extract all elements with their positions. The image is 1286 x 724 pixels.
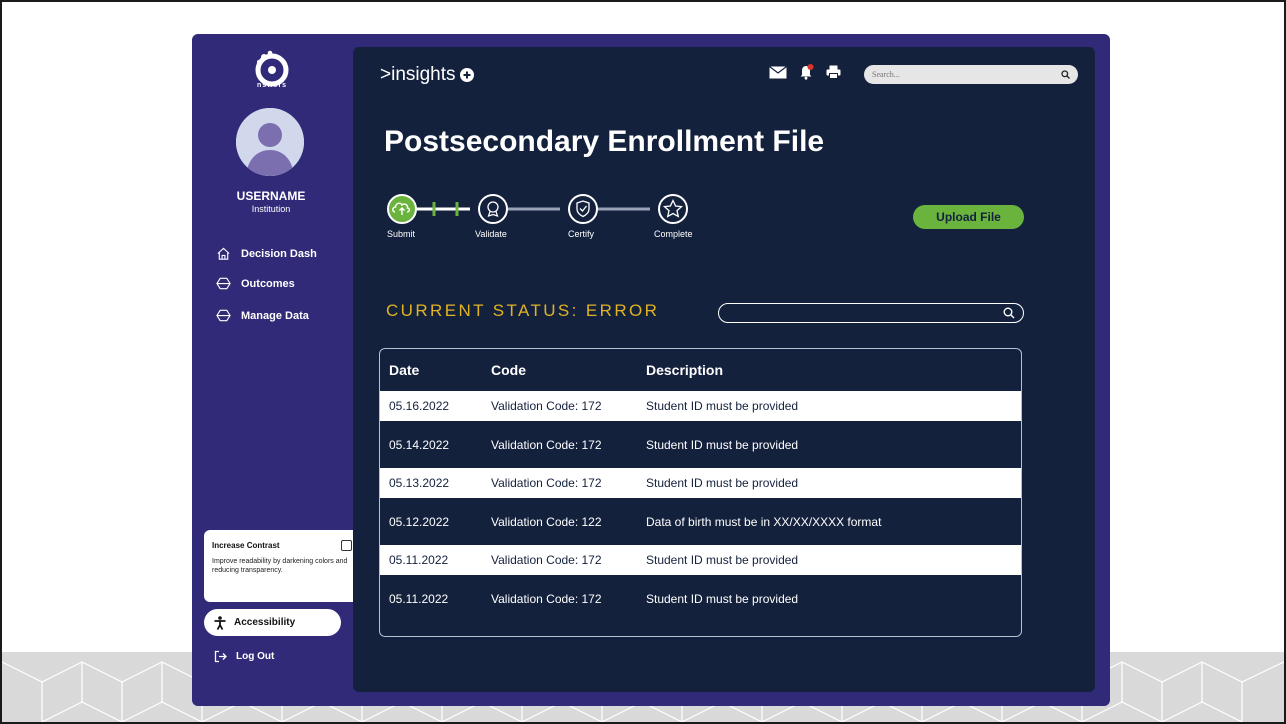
- notifications-button[interactable]: [799, 64, 814, 85]
- logout-label: Log Out: [236, 651, 275, 662]
- cell-code: Validation Code: 172: [491, 476, 602, 490]
- nav-item-manage-data[interactable]: Manage Data: [216, 308, 309, 323]
- cell-date: 05.12.2022: [389, 514, 450, 529]
- step-label-validate: Validate: [475, 229, 507, 239]
- nav-label: Manage Data: [241, 309, 309, 322]
- table-search[interactable]: [718, 303, 1024, 323]
- avatar[interactable]: [236, 108, 304, 176]
- hexagon-icon: [216, 277, 231, 290]
- step-complete-icon[interactable]: [658, 194, 688, 224]
- table-row[interactable]: 05.14.2022 Validation Code: 172 Student …: [380, 421, 1021, 468]
- hexagon-icon: [216, 309, 231, 322]
- cell-code: Validation Code: 122: [491, 514, 602, 529]
- nav-item-outcomes[interactable]: Outcomes: [216, 276, 295, 291]
- error-table: Date Code Description 05.16.2022 Validat…: [379, 348, 1022, 637]
- search-icon[interactable]: [1061, 70, 1070, 79]
- step-certify-icon[interactable]: [568, 194, 598, 224]
- header-search-input[interactable]: [872, 70, 1042, 79]
- table-row[interactable]: 05.11.2022 Validation Code: 172 Student …: [380, 545, 1021, 575]
- cell-date: 05.16.2022: [389, 399, 450, 413]
- cell-description: Student ID must be provided: [646, 553, 799, 567]
- username: USERNAME: [236, 189, 306, 203]
- contrast-description: Improve readability by darkening colors …: [212, 558, 348, 574]
- page-title: Postsecondary Enrollment File: [384, 125, 825, 158]
- print-icon: [826, 65, 841, 79]
- cell-description: Student ID must be provided: [646, 399, 799, 413]
- current-status: CURRENT STATUS: ERROR: [386, 301, 660, 320]
- cell-description: Student ID must be provided: [646, 437, 799, 452]
- table-row[interactable]: 05.13.2022 Validation Code: 172 Student …: [380, 468, 1021, 498]
- logo-text: nswers: [256, 82, 288, 89]
- upload-file-button[interactable]: Upload File: [913, 205, 1024, 229]
- mail-button[interactable]: [769, 65, 787, 84]
- mail-icon: [769, 65, 787, 78]
- column-header-code[interactable]: Code: [491, 362, 646, 378]
- column-header-date[interactable]: Date: [380, 362, 491, 378]
- nav-label: Outcomes: [241, 277, 295, 290]
- step-label-submit: Submit: [387, 229, 416, 239]
- print-button[interactable]: [826, 65, 841, 84]
- nav-label: Decision Dash: [241, 247, 317, 260]
- cell-code: Validation Code: 172: [491, 553, 602, 567]
- plus-circle-icon: [459, 68, 474, 82]
- header-search[interactable]: [864, 65, 1078, 84]
- cell-description: Student ID must be provided: [646, 476, 799, 490]
- brand-logo[interactable]: >insights: [380, 64, 474, 86]
- bell-icon: [800, 64, 814, 80]
- cell-description: Data of birth must be in XX/XX/XXXX form…: [646, 514, 882, 529]
- table-search-input[interactable]: [729, 306, 999, 320]
- nav-item-decision-dash[interactable]: Decision Dash: [216, 246, 317, 261]
- increase-contrast-card: Increase Contrast Improve readability by…: [204, 530, 366, 602]
- table-row[interactable]: 05.16.2022 Validation Code: 172 Student …: [380, 391, 1021, 421]
- cell-date: 05.14.2022: [389, 437, 450, 452]
- accessibility-label: Accessibility: [234, 617, 296, 628]
- cell-date: 05.11.2022: [389, 553, 449, 567]
- increase-contrast-checkbox[interactable]: [341, 540, 352, 551]
- cell-date: 05.13.2022: [389, 476, 450, 490]
- step-label-complete: Complete: [654, 229, 693, 239]
- header-icons: [769, 64, 841, 85]
- accessibility-icon: [214, 615, 226, 630]
- cell-code: Validation Code: 172: [491, 591, 602, 606]
- user-avatar-icon: [236, 108, 304, 176]
- cell-code: Validation Code: 172: [491, 437, 602, 452]
- search-icon[interactable]: [1003, 307, 1015, 319]
- logout-button[interactable]: Log Out: [214, 650, 274, 663]
- cell-date: 05.11.2022: [389, 591, 449, 606]
- step-label-certify: Certify: [568, 229, 595, 239]
- slide: nswers USERNAME Institution Decision Das…: [0, 0, 1286, 724]
- step-submit-icon[interactable]: [387, 194, 417, 224]
- table-row[interactable]: 05.11.2022 Validation Code: 172 Student …: [380, 575, 1021, 622]
- contrast-title: Increase Contrast: [212, 541, 280, 550]
- table-header: Date Code Description: [380, 349, 1021, 391]
- brand-text: >insights: [380, 64, 456, 85]
- cell-description: Student ID must be provided: [646, 591, 799, 606]
- institution: Institution: [251, 204, 291, 214]
- step-validate-icon[interactable]: [478, 194, 508, 224]
- logout-icon: [214, 650, 227, 663]
- column-header-description[interactable]: Description: [646, 362, 1021, 378]
- cell-code: Validation Code: 172: [491, 399, 602, 413]
- home-icon: [217, 247, 230, 260]
- table-row[interactable]: 05.12.2022 Validation Code: 122 Data of …: [380, 498, 1021, 545]
- accessibility-button[interactable]: Accessibility: [204, 609, 341, 636]
